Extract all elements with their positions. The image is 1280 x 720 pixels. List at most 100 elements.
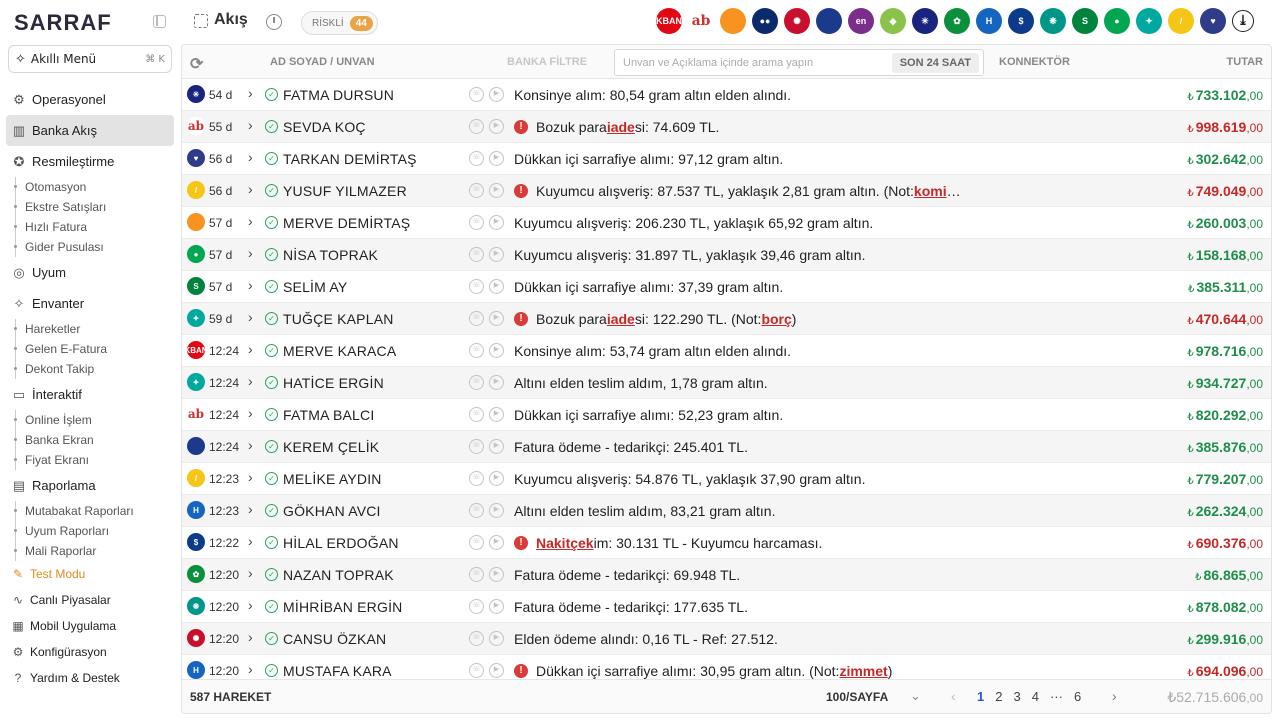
table-row[interactable]: AKBANK 12:24 › ✓ MERVE KARACA ☏ ▶ Konsinye alım… bbox=[182, 335, 1271, 367]
chevron-right-icon[interactable]: › bbox=[248, 245, 253, 261]
sidebar-item-5[interactable]: ✧ Envanter bbox=[0, 288, 180, 319]
sidebar-subitem[interactable]: Dekont Takip bbox=[0, 359, 180, 379]
chevron-right-icon[interactable]: › bbox=[248, 661, 253, 677]
history-icon[interactable] bbox=[266, 14, 282, 30]
bank-swirl-icon[interactable] bbox=[816, 8, 842, 34]
play-icon[interactable]: ▶ bbox=[489, 119, 504, 134]
row-name[interactable]: SELİM AY bbox=[283, 279, 347, 295]
table-row[interactable]: S 57 d › ✓ SELİM AY ☏ ▶ Dükkan içi sarrafiye al… bbox=[182, 271, 1271, 303]
play-icon[interactable]: ▶ bbox=[489, 471, 504, 486]
column-amount[interactable]: TUTAR bbox=[1227, 56, 1263, 68]
row-name[interactable]: FATMA DURSUN bbox=[283, 87, 394, 103]
time-filter-button[interactable]: SON 24 SAAT bbox=[891, 52, 979, 73]
bank-dollar-icon[interactable]: $ bbox=[1008, 8, 1034, 34]
play-icon[interactable]: ▶ bbox=[489, 87, 504, 102]
column-name[interactable]: AD SOYAD / UNVAN bbox=[270, 56, 375, 68]
bank-dots-icon[interactable]: ●● bbox=[752, 8, 778, 34]
whatsapp-icon[interactable]: ☏ bbox=[469, 567, 484, 582]
chevron-right-icon[interactable]: › bbox=[248, 597, 253, 613]
sidebar-subitem[interactable]: Mutabakat Raporları bbox=[0, 501, 180, 521]
play-icon[interactable]: ▶ bbox=[489, 631, 504, 646]
bank-akbank-icon[interactable]: AKBANK bbox=[650, 8, 689, 34]
row-name[interactable]: NİSA TOPRAK bbox=[283, 247, 378, 263]
sidebar-subitem[interactable]: Gider Pusulası bbox=[0, 237, 180, 257]
sidebar-item-3[interactable]: ✪ Resmileştirme bbox=[0, 146, 180, 177]
whatsapp-icon[interactable]: ☏ bbox=[469, 247, 484, 262]
bank-halkbank-icon[interactable]: H bbox=[976, 8, 1002, 34]
chevron-right-icon[interactable]: › bbox=[248, 629, 253, 645]
page-3[interactable]: 3 bbox=[1013, 689, 1020, 704]
play-icon[interactable]: ▶ bbox=[489, 311, 504, 326]
whatsapp-icon[interactable]: ☏ bbox=[469, 215, 484, 230]
sidebar-subitem[interactable]: Hareketler bbox=[0, 319, 180, 339]
chevron-right-icon[interactable]: › bbox=[248, 469, 253, 485]
sidebar-bottom-item-4[interactable]: ⚙ Konfigürasyon bbox=[0, 639, 180, 665]
sidebar-subitem[interactable]: Otomasyon bbox=[0, 177, 180, 197]
sidebar-subitem[interactable]: Gelen E-Fatura bbox=[0, 339, 180, 359]
sidebar-collapse-icon[interactable] bbox=[153, 15, 166, 28]
play-icon[interactable]: ▶ bbox=[489, 439, 504, 454]
bank-leaf-icon[interactable]: ◆ bbox=[880, 8, 906, 34]
risky-filter-button[interactable]: RİSKLİ 44 bbox=[301, 11, 378, 35]
bank-star-icon[interactable]: ✳ bbox=[912, 8, 938, 34]
bank-en-icon[interactable]: en bbox=[848, 8, 874, 34]
play-icon[interactable]: ▶ bbox=[489, 151, 504, 166]
play-icon[interactable]: ▶ bbox=[489, 183, 504, 198]
row-name[interactable]: NAZAN TOPRAK bbox=[283, 567, 394, 583]
row-name[interactable]: YUSUF YILMAZER bbox=[283, 183, 407, 199]
table-row[interactable]: ♥ 56 d › ✓ TARKAN DEMİRTAŞ ☏ ▶ Dükkan içi sarra… bbox=[182, 143, 1271, 175]
table-row[interactable]: 12:24 › ✓ KEREM ÇELİK ☏ ▶ Fatura ödeme - tedar… bbox=[182, 431, 1271, 463]
page-6[interactable]: 6 bbox=[1074, 689, 1081, 704]
row-name[interactable]: FATMA BALCI bbox=[283, 407, 374, 423]
row-name[interactable]: MERVE DEMİRTAŞ bbox=[283, 215, 410, 231]
play-icon[interactable]: ▶ bbox=[489, 247, 504, 262]
table-row[interactable]: ● 57 d › ✓ NİSA TOPRAK ☏ ▶ Kuyumcu alışveriş: 3… bbox=[182, 239, 1271, 271]
sidebar-subitem[interactable]: Fiyat Ekranı bbox=[0, 450, 180, 470]
sidebar-item-4[interactable]: ◎ Uyum bbox=[0, 257, 180, 288]
page-1[interactable]: 1 bbox=[977, 689, 984, 704]
bank-flower-icon[interactable]: ✿ bbox=[944, 8, 970, 34]
play-icon[interactable]: ▶ bbox=[489, 215, 504, 230]
bank-ab-icon[interactable]: ab bbox=[688, 8, 714, 34]
chevron-right-icon[interactable]: › bbox=[248, 85, 253, 101]
play-icon[interactable]: ▶ bbox=[489, 375, 504, 390]
page-2[interactable]: 2 bbox=[995, 689, 1002, 704]
bank-wheel-icon[interactable]: ✺ bbox=[784, 8, 810, 34]
play-icon[interactable]: ▶ bbox=[489, 535, 504, 550]
table-row[interactable]: H 12:23 › ✓ GÖKHAN AVCI ☏ ▶ Altını elden teslim… bbox=[182, 495, 1271, 527]
sidebar-item-6[interactable]: ▭ İnteraktif bbox=[0, 379, 180, 410]
table-row[interactable]: / 56 d › ✓ YUSUF YILMAZER ☏ ▶! Kuyumcu alışveri… bbox=[182, 175, 1271, 207]
whatsapp-icon[interactable]: ☏ bbox=[469, 503, 484, 518]
search-input[interactable]: Unvan ve Açıklama içinde arama yapın SON… bbox=[614, 49, 984, 76]
row-name[interactable]: MERVE KARACA bbox=[283, 343, 396, 359]
bank-sekerbank-icon[interactable]: S bbox=[1072, 8, 1098, 34]
bank-down-icon[interactable]: ⤓ bbox=[1232, 10, 1254, 32]
whatsapp-icon[interactable]: ☏ bbox=[469, 599, 484, 614]
page-5[interactable]: ··· bbox=[1050, 689, 1063, 704]
play-icon[interactable]: ▶ bbox=[489, 279, 504, 294]
app-logo[interactable]: SARRAF bbox=[14, 10, 112, 36]
chevron-right-icon[interactable]: › bbox=[248, 213, 253, 229]
chevron-right-icon[interactable]: › bbox=[248, 373, 253, 389]
table-row[interactable]: / 12:23 › ✓ MELİKE AYDIN ☏ ▶ Kuyumcu alışveriş:… bbox=[182, 463, 1271, 495]
whatsapp-icon[interactable]: ☏ bbox=[469, 375, 484, 390]
whatsapp-icon[interactable]: ☏ bbox=[469, 407, 484, 422]
whatsapp-icon[interactable]: ☏ bbox=[469, 631, 484, 646]
chevron-right-icon[interactable]: › bbox=[248, 405, 253, 421]
table-row[interactable]: ✺ 12:20 › ✓ CANSU ÖZKAN ☏ ▶ Elden ödeme alındı:… bbox=[182, 623, 1271, 655]
chevron-right-icon[interactable]: › bbox=[248, 565, 253, 581]
row-name[interactable]: MİHRİBAN ERGİN bbox=[283, 599, 402, 615]
chevron-down-icon[interactable]: ⌄ bbox=[910, 688, 921, 704]
chevron-right-icon[interactable]: › bbox=[248, 533, 253, 549]
sidebar-subitem[interactable]: Mali Raporlar bbox=[0, 541, 180, 561]
whatsapp-icon[interactable]: ☏ bbox=[469, 535, 484, 550]
sidebar-bottom-item-2[interactable]: ∿ Canlı Piyasalar bbox=[0, 587, 180, 613]
sidebar-item-7[interactable]: ▤ Raporlama bbox=[0, 470, 180, 501]
bank-globe-icon[interactable]: ● bbox=[1104, 8, 1130, 34]
bank-heart-icon[interactable]: ♥ bbox=[1200, 8, 1226, 34]
sidebar-item-2[interactable]: ▥ Banka Akış bbox=[6, 115, 174, 146]
column-bank-filter[interactable]: BANKA FİLTRE bbox=[507, 56, 587, 68]
table-row[interactable]: ab 55 d › ✓ SEVDA KOÇ ☏ ▶! Bozuk para iade si: 7… bbox=[182, 111, 1271, 143]
sidebar-bottom-item-1[interactable]: ✎ Test Modu bbox=[0, 561, 180, 587]
prev-page-icon[interactable]: ‹ bbox=[951, 688, 956, 704]
